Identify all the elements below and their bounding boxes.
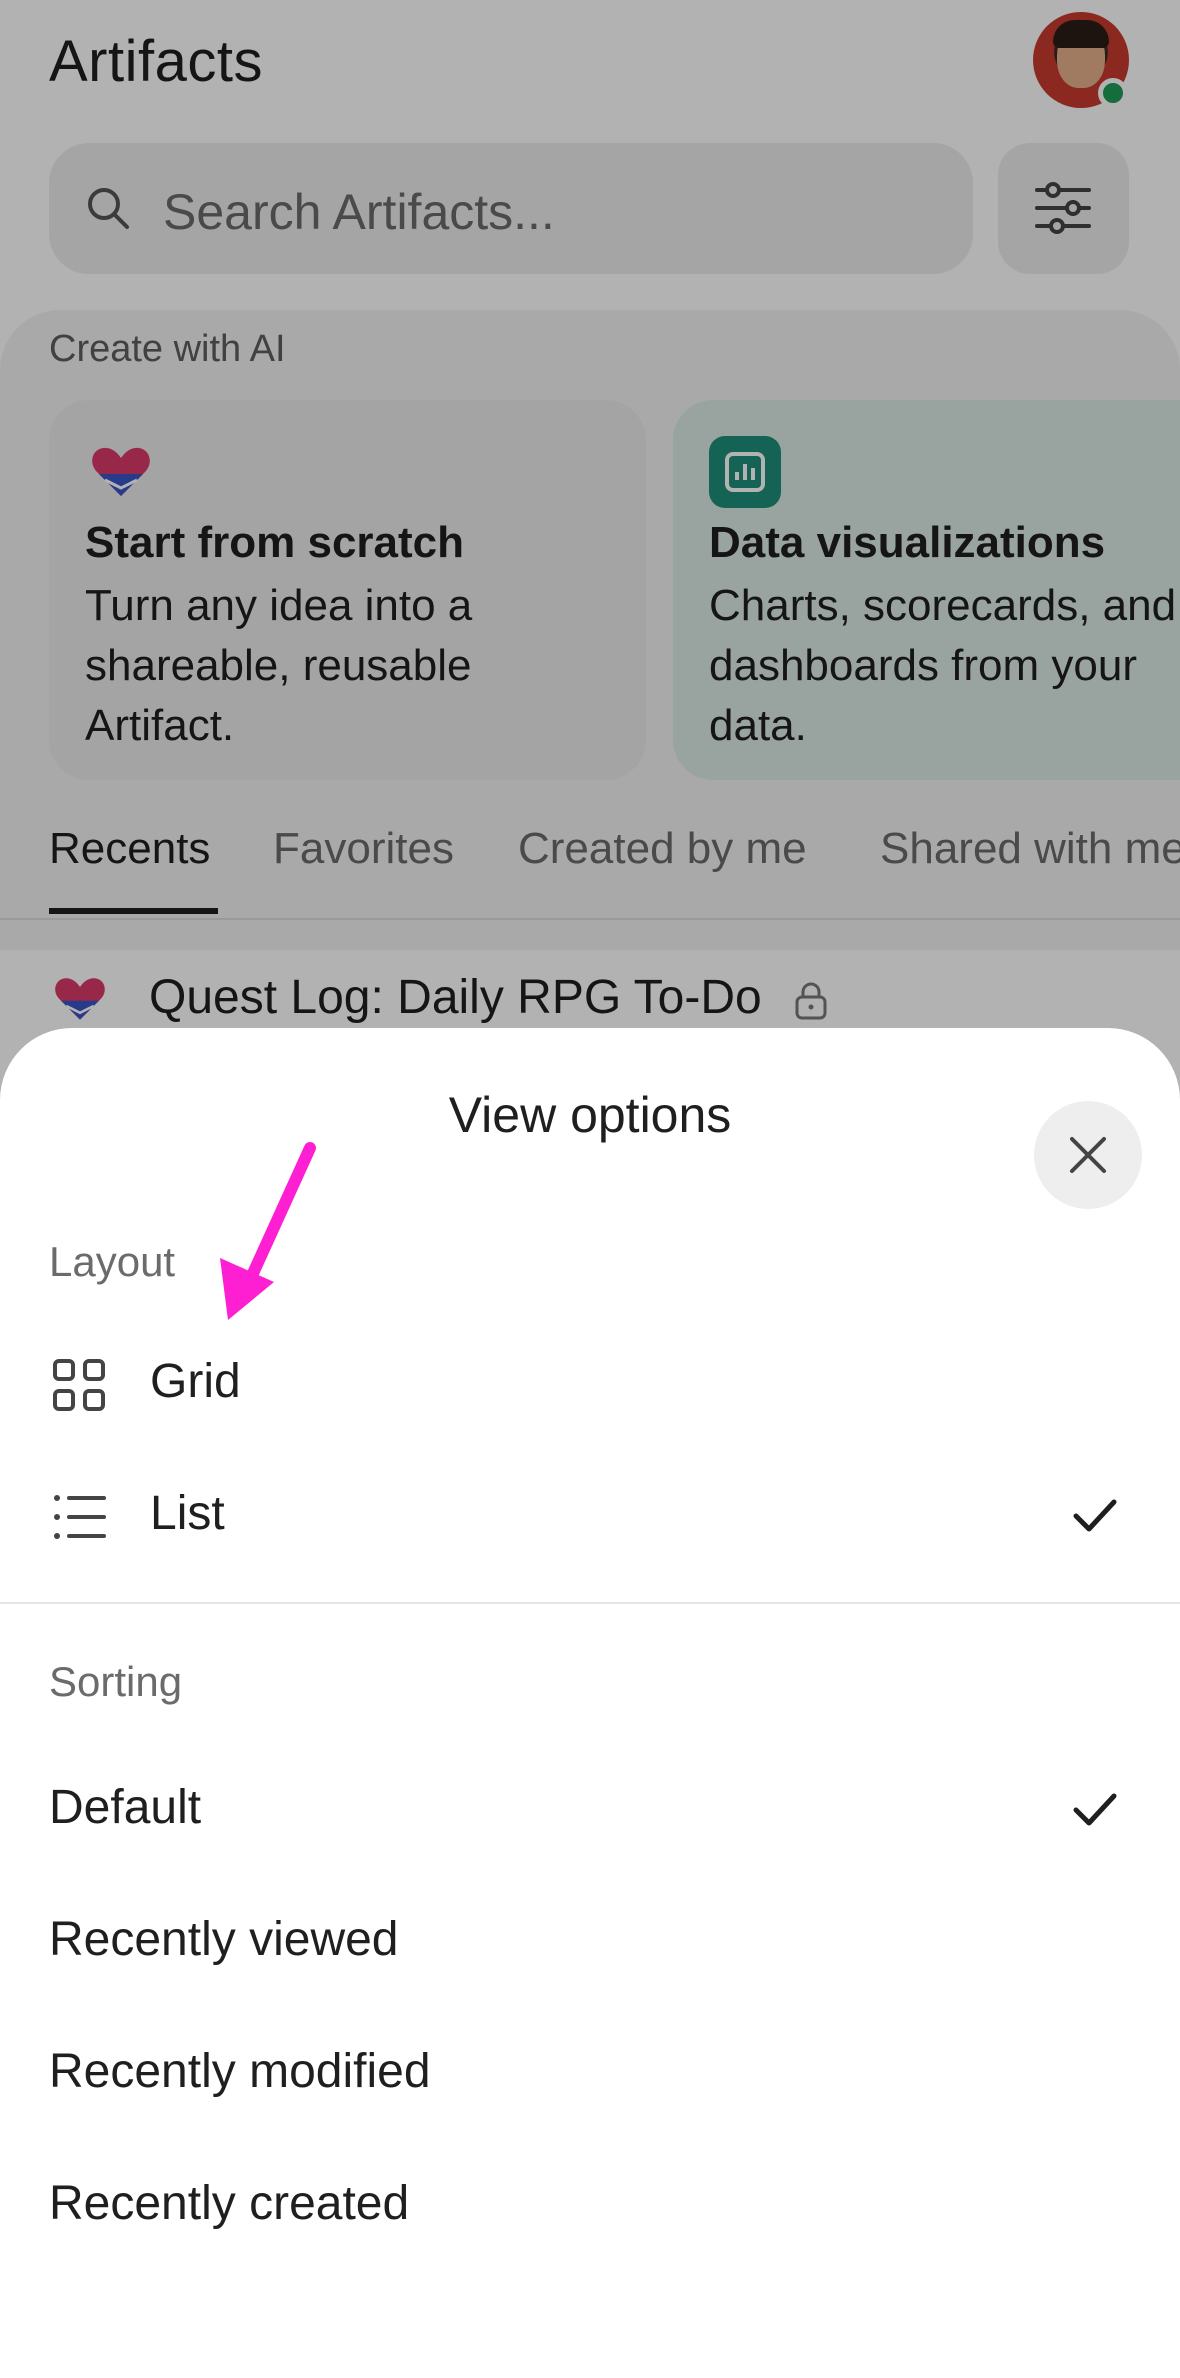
option-label: Recently modified: [49, 2045, 431, 2098]
section-divider: [0, 1602, 1180, 1604]
annotation-arrow-icon: [220, 1142, 316, 1320]
option-label: Default: [49, 1781, 202, 1834]
layout-option-grid[interactable]: Grid: [0, 1324, 1180, 1444]
layout-option-list[interactable]: List: [0, 1456, 1180, 1576]
sheet-title: View options: [448, 1087, 732, 1143]
check-icon: [1073, 1793, 1117, 1826]
list-icon: [54, 1495, 106, 1539]
sort-option-default[interactable]: Default: [0, 1750, 1180, 1870]
grid-icon: [53, 1359, 105, 1411]
sort-option-recently-viewed[interactable]: Recently viewed: [0, 1882, 1180, 2002]
close-icon: [1070, 1137, 1106, 1173]
close-button[interactable]: [1034, 1101, 1142, 1209]
sort-option-recently-modified[interactable]: Recently modified: [0, 2014, 1180, 2134]
sort-option-recently-created[interactable]: Recently created: [0, 2146, 1180, 2266]
layout-section-label: Layout: [49, 1238, 176, 1285]
option-label: List: [150, 1487, 225, 1540]
sorting-section-label: Sorting: [49, 1658, 183, 1705]
check-icon: [1073, 1499, 1117, 1532]
option-label: Grid: [150, 1355, 241, 1408]
option-label: Recently viewed: [49, 1913, 399, 1966]
view-options-sheet: View options Layout Grid List Sorting De…: [0, 1028, 1180, 2378]
option-label: Recently created: [49, 2177, 410, 2230]
